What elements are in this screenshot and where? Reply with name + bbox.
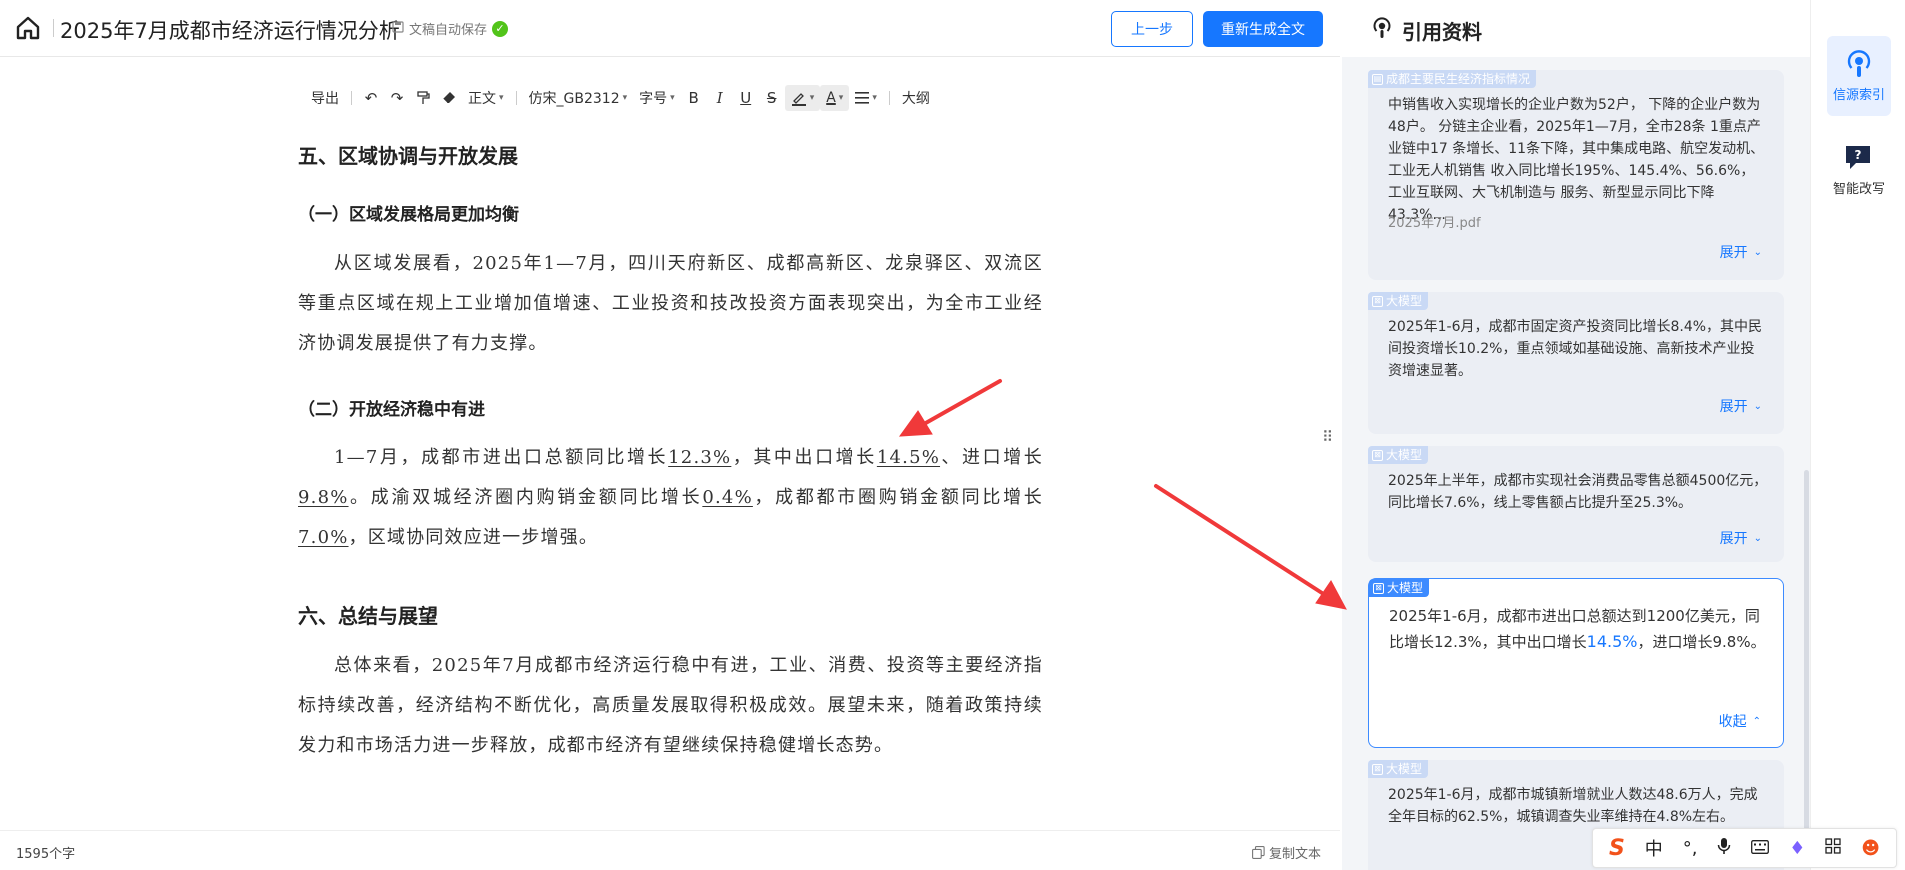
highlighter-icon — [791, 93, 806, 106]
paragraph: 1—7月，成都市进出口总额同比增长12.3%，其中出口增长14.5%、进口增长9… — [298, 447, 1043, 548]
reference-text: 中销售收入实现增长的企业户数为52户， 下降的企业户数为48户。 分链主企业看，… — [1388, 97, 1765, 223]
highlighted-value: 14.5% — [1586, 632, 1638, 651]
reference-text: 2025年1-6月，成都市进出口总额达到1200亿美元，同比增长12.3%，其中… — [1389, 607, 1766, 651]
reference-text: 2025年1-6月，成都市城镇新增就业人数达48.6万人，完成全年目标的62.5… — [1388, 787, 1758, 825]
reference-text: 2025年1-6月，成都市固定资产投资同比增长8.4%，其中民间投资增长10.2… — [1388, 319, 1763, 379]
collapse-toggle[interactable]: 收起 ⌃ — [1719, 711, 1761, 731]
model-icon: ⊠ — [1372, 449, 1383, 461]
apps-grid-icon[interactable] — [1825, 837, 1841, 859]
reference-card[interactable]: ⊠ 大模型 2025年上半年，成都市实现社会消费品零售总额4500亿元，同比增长7… — [1368, 446, 1784, 562]
font-color-button[interactable]: A ▾ — [820, 85, 850, 111]
autosave-status: 文稿自动保存 ✓ — [392, 19, 509, 38]
reference-panel-header: 引用资料 — [1342, 0, 1810, 57]
svg-text:?: ? — [1855, 148, 1862, 162]
regenerate-all-button[interactable]: 重新生成全文 — [1203, 11, 1323, 47]
mascot-icon[interactable]: ☻ — [1861, 838, 1880, 859]
underline-button[interactable]: U — [733, 85, 759, 111]
divider — [515, 91, 517, 105]
home-icon[interactable] — [14, 14, 42, 42]
chevron-down-icon: ⌄ — [1753, 532, 1762, 544]
expand-toggle[interactable]: 展开 ⌄ — [1720, 396, 1762, 416]
cited-value[interactable]: 12.3% — [668, 447, 731, 468]
ime-logo-icon[interactable]: S — [1609, 836, 1625, 861]
font-family-select[interactable]: 仿宋_GB2312 ▾ — [523, 85, 634, 111]
copy-icon — [1252, 846, 1265, 859]
paragraph-style-select[interactable]: 正文 ▾ — [462, 85, 510, 111]
document-icon: ▤ — [1372, 73, 1383, 85]
reference-card[interactable]: ⊠ 大模型 2025年1-6月，成都市固定资产投资同比增长8.4%，其中民间投资增… — [1368, 292, 1784, 434]
source-tag: ⊠ 大模型 — [1368, 446, 1429, 464]
ime-toolbar: S 中 °, ♦ ☻ — [1592, 828, 1897, 868]
model-icon: ⊠ — [1372, 763, 1383, 775]
skin-icon[interactable]: ♦ — [1789, 838, 1805, 859]
format-painter-icon[interactable] — [410, 85, 436, 111]
source-tag: ⊠ 大模型 — [1368, 292, 1429, 310]
font-size-select[interactable]: 字号 ▾ — [633, 85, 681, 111]
autosave-label: 文稿自动保存 — [409, 23, 488, 38]
podcast-icon — [1370, 16, 1394, 40]
microphone-icon[interactable] — [1717, 837, 1731, 860]
paragraph: 总体来看，2025年7月成都市经济运行稳中有进，工业、消费、投资等主要经济指标持… — [298, 655, 1043, 756]
scrollbar[interactable] — [1804, 470, 1809, 830]
ime-language-toggle[interactable]: 中 — [1645, 835, 1663, 861]
subsection-heading: （二）开放经济稳中有进 — [298, 400, 485, 420]
right-rail: 信源索引 ? 智能改写 — [1810, 0, 1905, 870]
source-index-label: 信源索引 — [1832, 88, 1885, 103]
bold-button[interactable]: B — [681, 85, 707, 111]
strikethrough-button[interactable]: S — [759, 85, 785, 111]
redo-icon[interactable]: ↷ — [384, 85, 410, 111]
highlight-color-button[interactable]: ▾ — [784, 85, 821, 111]
top-bar: 2025年7月成都市经济运行情况分析 文稿自动保存 ✓ 上一步 重新生成全文 — [0, 0, 1340, 57]
undo-icon[interactable]: ↶ — [358, 85, 384, 111]
previous-step-button[interactable]: 上一步 — [1111, 11, 1193, 47]
eraser-icon[interactable] — [436, 85, 462, 111]
smart-rewrite-button[interactable]: ? 智能改写 — [1827, 130, 1891, 210]
outline-button[interactable]: 大纲 — [896, 85, 936, 111]
reference-panel-title: 引用资料 — [1402, 20, 1482, 44]
export-button[interactable]: 导出 — [305, 85, 345, 111]
source-index-button[interactable]: 信源索引 — [1827, 36, 1891, 116]
check-icon: ✓ — [492, 20, 509, 37]
divider — [888, 91, 890, 105]
paragraph: 从区域发展看，2025年1—7月，四川天府新区、成都高新区、龙泉驿区、双流区等重… — [298, 253, 1043, 354]
subsection-heading: （一）区域发展格局更加均衡 — [298, 205, 519, 225]
model-icon: ⊠ — [1373, 582, 1384, 594]
reference-card[interactable]: ▤ 成都主要民生经济指标情况 中销售收入实现增长的企业户数为52户， 下降的企业户… — [1368, 70, 1784, 280]
punctuation-icon[interactable]: °, — [1683, 838, 1698, 859]
cited-value[interactable]: 0.4% — [702, 487, 753, 508]
copy-text-button[interactable]: 复制文本 — [1252, 843, 1321, 862]
editor-toolbar: 导出 ↶ ↷ 正文 ▾ 仿宋_GB2312 ▾ 字号 ▾ B I U S ▾ A ▾ ▾… — [305, 82, 936, 114]
source-file[interactable]: 2025年7月.pdf — [1388, 212, 1481, 231]
source-tag: ⊠ 大模型 — [1368, 760, 1429, 778]
reference-card-active[interactable]: ⊠ 大模型 2025年1-6月，成都市进出口总额达到1200亿美元，同比增长12.… — [1368, 578, 1784, 748]
reference-text: 2025年上半年，成都市实现社会消费品零售总额4500亿元，同比增长7.6%，线… — [1388, 473, 1768, 511]
model-icon: ⊠ — [1372, 295, 1383, 307]
section-heading: 五、区域协调与开放发展 — [298, 144, 518, 168]
chevron-down-icon: ⌄ — [1753, 246, 1762, 258]
expand-toggle[interactable]: 展开 ⌄ — [1720, 242, 1762, 262]
divider — [351, 91, 352, 105]
chevron-down-icon: ⌄ — [1753, 400, 1762, 412]
cited-value[interactable]: 7.0% — [298, 527, 349, 548]
keyboard-icon[interactable] — [1751, 838, 1770, 859]
section-heading: 六、总结与展望 — [298, 604, 438, 628]
save-file-icon — [392, 20, 404, 37]
align-select[interactable]: ▾ — [849, 85, 883, 111]
divider — [53, 19, 54, 37]
podcast-icon — [1843, 48, 1875, 80]
document-title[interactable]: 2025年7月成都市经济运行情况分析 — [60, 15, 400, 45]
chat-question-icon: ? — [1843, 142, 1875, 174]
status-bar: 1595个字 复制文本 — [0, 830, 1340, 870]
drag-handle-icon[interactable]: ⠿ — [1322, 428, 1333, 446]
cited-value[interactable]: 9.8% — [298, 487, 349, 508]
cited-value[interactable]: 14.5% — [877, 447, 940, 468]
source-tag: ⊠ 大模型 — [1369, 579, 1430, 597]
italic-button[interactable]: I — [707, 85, 733, 111]
chevron-up-icon: ⌃ — [1752, 715, 1761, 727]
smart-rewrite-label: 智能改写 — [1832, 182, 1885, 197]
align-icon — [855, 92, 870, 104]
source-tag: ▤ 成都主要民生经济指标情况 — [1368, 70, 1537, 88]
word-count: 1595个字 — [16, 847, 76, 862]
expand-toggle[interactable]: 展开 ⌄ — [1720, 528, 1762, 548]
